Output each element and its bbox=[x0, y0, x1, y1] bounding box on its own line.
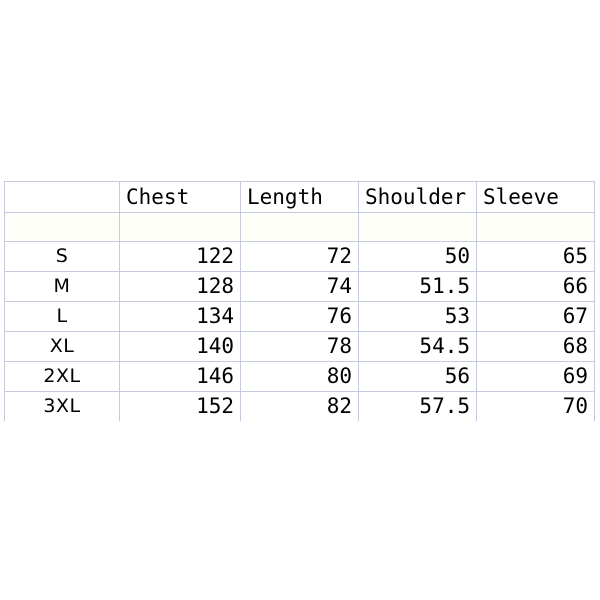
cell-chest: 134 bbox=[119, 301, 241, 332]
table-row: 3XL 152 82 57.5 70 bbox=[4, 391, 595, 421]
cell-shoulder: 57.5 bbox=[358, 391, 477, 421]
size-chart-table: Chest Length Shoulder Sleeve S 122 72 50… bbox=[4, 181, 595, 421]
spacer-cell-length bbox=[240, 212, 359, 242]
cell-size: S bbox=[4, 241, 120, 272]
cell-size: L bbox=[4, 301, 120, 332]
table-row: 2XL 146 80 56 69 bbox=[4, 361, 595, 392]
spacer-cell-size bbox=[4, 212, 120, 242]
cell-shoulder: 50 bbox=[358, 241, 477, 272]
cell-shoulder: 54.5 bbox=[358, 331, 477, 362]
cell-length: 74 bbox=[240, 271, 359, 302]
cell-length: 76 bbox=[240, 301, 359, 332]
table-row: XL 140 78 54.5 68 bbox=[4, 331, 595, 362]
size-chart-container: Chest Length Shoulder Sleeve S 122 72 50… bbox=[4, 181, 595, 421]
table-row: S 122 72 50 65 bbox=[4, 241, 595, 272]
cell-sleeve: 65 bbox=[476, 241, 595, 272]
table-header: Chest Length Shoulder Sleeve bbox=[4, 181, 595, 213]
spacer-cell-chest bbox=[119, 212, 241, 242]
cell-chest: 152 bbox=[119, 391, 241, 421]
cell-size: XL bbox=[4, 331, 120, 362]
cell-size: M bbox=[4, 271, 120, 302]
table-row: L 134 76 53 67 bbox=[4, 301, 595, 332]
cell-length: 80 bbox=[240, 361, 359, 392]
cell-shoulder: 53 bbox=[358, 301, 477, 332]
cell-chest: 140 bbox=[119, 331, 241, 362]
spacer-cell-sleeve bbox=[476, 212, 595, 242]
table-body: S 122 72 50 65 M 128 74 51.5 66 L 134 76… bbox=[4, 212, 595, 421]
cell-size: 3XL bbox=[4, 391, 120, 421]
table-row: M 128 74 51.5 66 bbox=[4, 271, 595, 302]
cell-sleeve: 67 bbox=[476, 301, 595, 332]
header-cell-sleeve: Sleeve bbox=[476, 181, 595, 213]
cell-sleeve: 68 bbox=[476, 331, 595, 362]
cell-chest: 122 bbox=[119, 241, 241, 272]
spacer-cell-shoulder bbox=[358, 212, 477, 242]
cell-length: 78 bbox=[240, 331, 359, 362]
cell-shoulder: 51.5 bbox=[358, 271, 477, 302]
spacer-row bbox=[4, 212, 595, 242]
header-cell-chest: Chest bbox=[119, 181, 241, 213]
cell-shoulder: 56 bbox=[358, 361, 477, 392]
cell-chest: 128 bbox=[119, 271, 241, 302]
cell-length: 82 bbox=[240, 391, 359, 421]
cell-sleeve: 70 bbox=[476, 391, 595, 421]
cell-sleeve: 66 bbox=[476, 271, 595, 302]
header-cell-shoulder: Shoulder bbox=[358, 181, 477, 213]
cell-length: 72 bbox=[240, 241, 359, 272]
cell-size: 2XL bbox=[4, 361, 120, 392]
cell-sleeve: 69 bbox=[476, 361, 595, 392]
cell-chest: 146 bbox=[119, 361, 241, 392]
header-row: Chest Length Shoulder Sleeve bbox=[4, 181, 595, 213]
header-cell-size bbox=[4, 181, 120, 213]
header-cell-length: Length bbox=[240, 181, 359, 213]
